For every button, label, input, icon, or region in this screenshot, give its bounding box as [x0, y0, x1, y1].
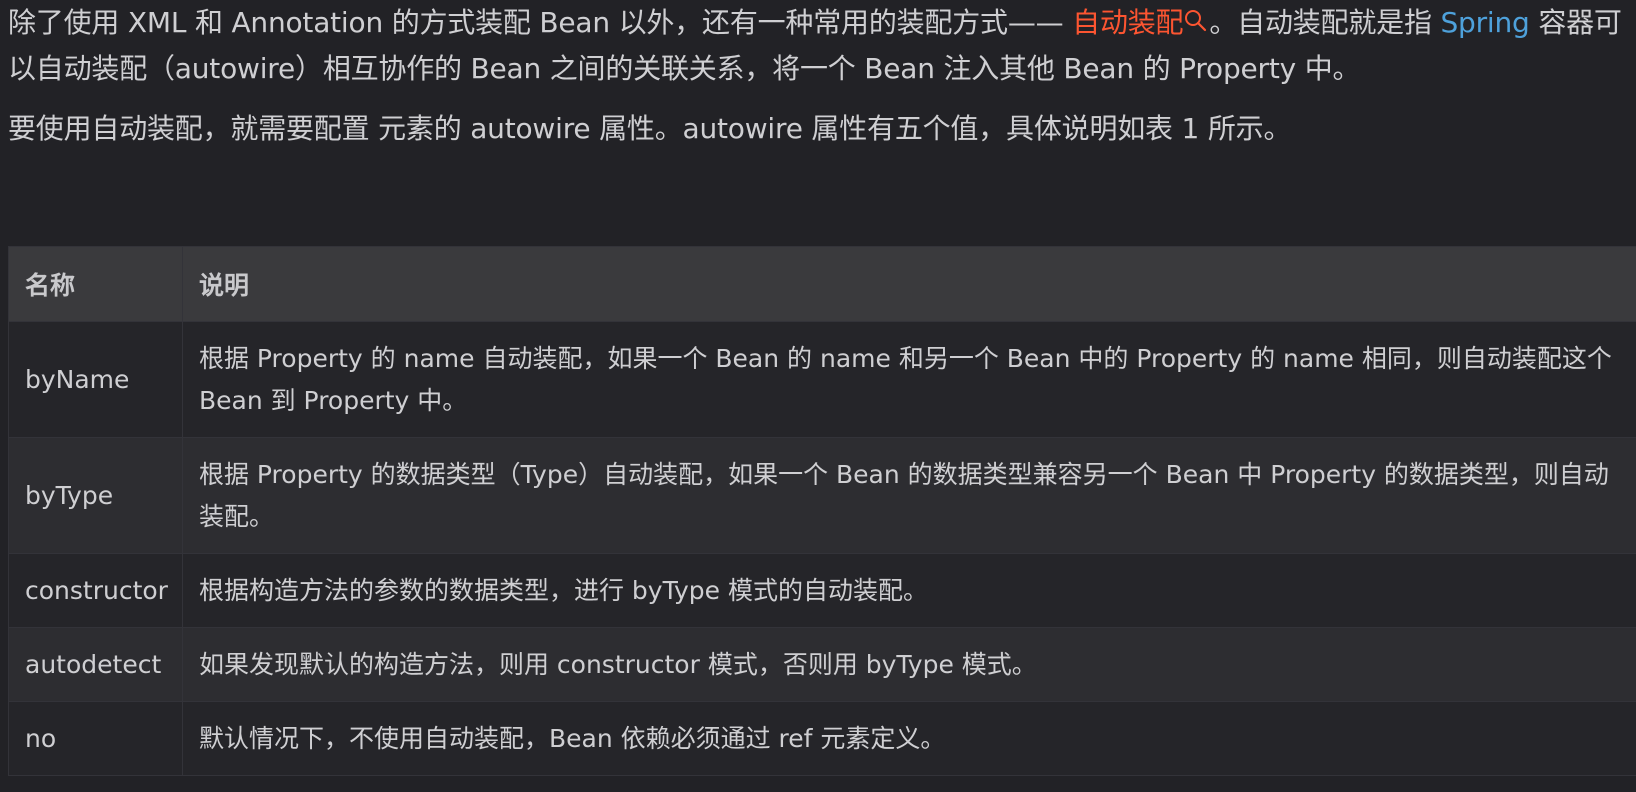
row-description: 如果发现默认的构造方法，则用 constructor 模式，否则用 byType…: [181, 627, 1636, 702]
header-name: 名称: [8, 246, 183, 322]
search-icon[interactable]: [1183, 8, 1209, 34]
autowire-keyword[interactable]: 自动装配: [1072, 6, 1183, 39]
table-row: constructor 根据构造方法的参数的数据类型，进行 byType 模式的…: [8, 553, 1636, 628]
row-description: 根据 Property 的 name 自动装配，如果一个 Bean 的 name…: [181, 321, 1636, 438]
spring-link[interactable]: Spring: [1440, 6, 1529, 39]
intro-paragraph: 除了使用 XML 和 Annotation 的方式装配 Bean 以外，还有一种…: [8, 0, 1636, 92]
row-description: 根据 Property 的数据类型（Type）自动装配，如果一个 Bean 的数…: [181, 437, 1636, 554]
row-description: 默认情况下，不使用自动装配，Bean 依赖必须通过 ref 元素定义。: [181, 701, 1636, 776]
row-name: no: [8, 701, 183, 776]
row-name: constructor: [8, 553, 183, 628]
table-row: byType 根据 Property 的数据类型（Type）自动装配，如果一个 …: [8, 437, 1636, 554]
autowire-table: 名称 说明 byName 根据 Property 的 name 自动装配，如果一…: [8, 246, 1636, 776]
row-description: 根据构造方法的参数的数据类型，进行 byType 模式的自动装配。: [181, 553, 1636, 628]
autowire-keyword-link[interactable]: 自动装配: [1072, 6, 1209, 39]
table-row: no 默认情况下，不使用自动装配，Bean 依赖必须通过 ref 元素定义。: [8, 701, 1636, 776]
row-name: byType: [8, 437, 183, 554]
table-row: byName 根据 Property 的 name 自动装配，如果一个 Bean…: [8, 321, 1636, 438]
row-name: byName: [8, 321, 183, 438]
autowire-description: 要使用自动装配，就需要配置 元素的 autowire 属性。autowire 属…: [8, 112, 1292, 145]
intro-text-start: 除了使用 XML 和 Annotation 的方式装配 Bean 以外，还有一种…: [8, 6, 1073, 39]
header-description: 说明: [181, 246, 1636, 322]
row-name: autodetect: [8, 627, 183, 702]
article-body: 除了使用 XML 和 Annotation 的方式装配 Bean 以外，还有一种…: [0, 0, 1636, 792]
intro-text-middle: 。自动装配就是指: [1209, 6, 1441, 39]
table-header-row: 名称 说明: [8, 246, 1636, 322]
table-row: autodetect 如果发现默认的构造方法，则用 constructor 模式…: [8, 627, 1636, 702]
